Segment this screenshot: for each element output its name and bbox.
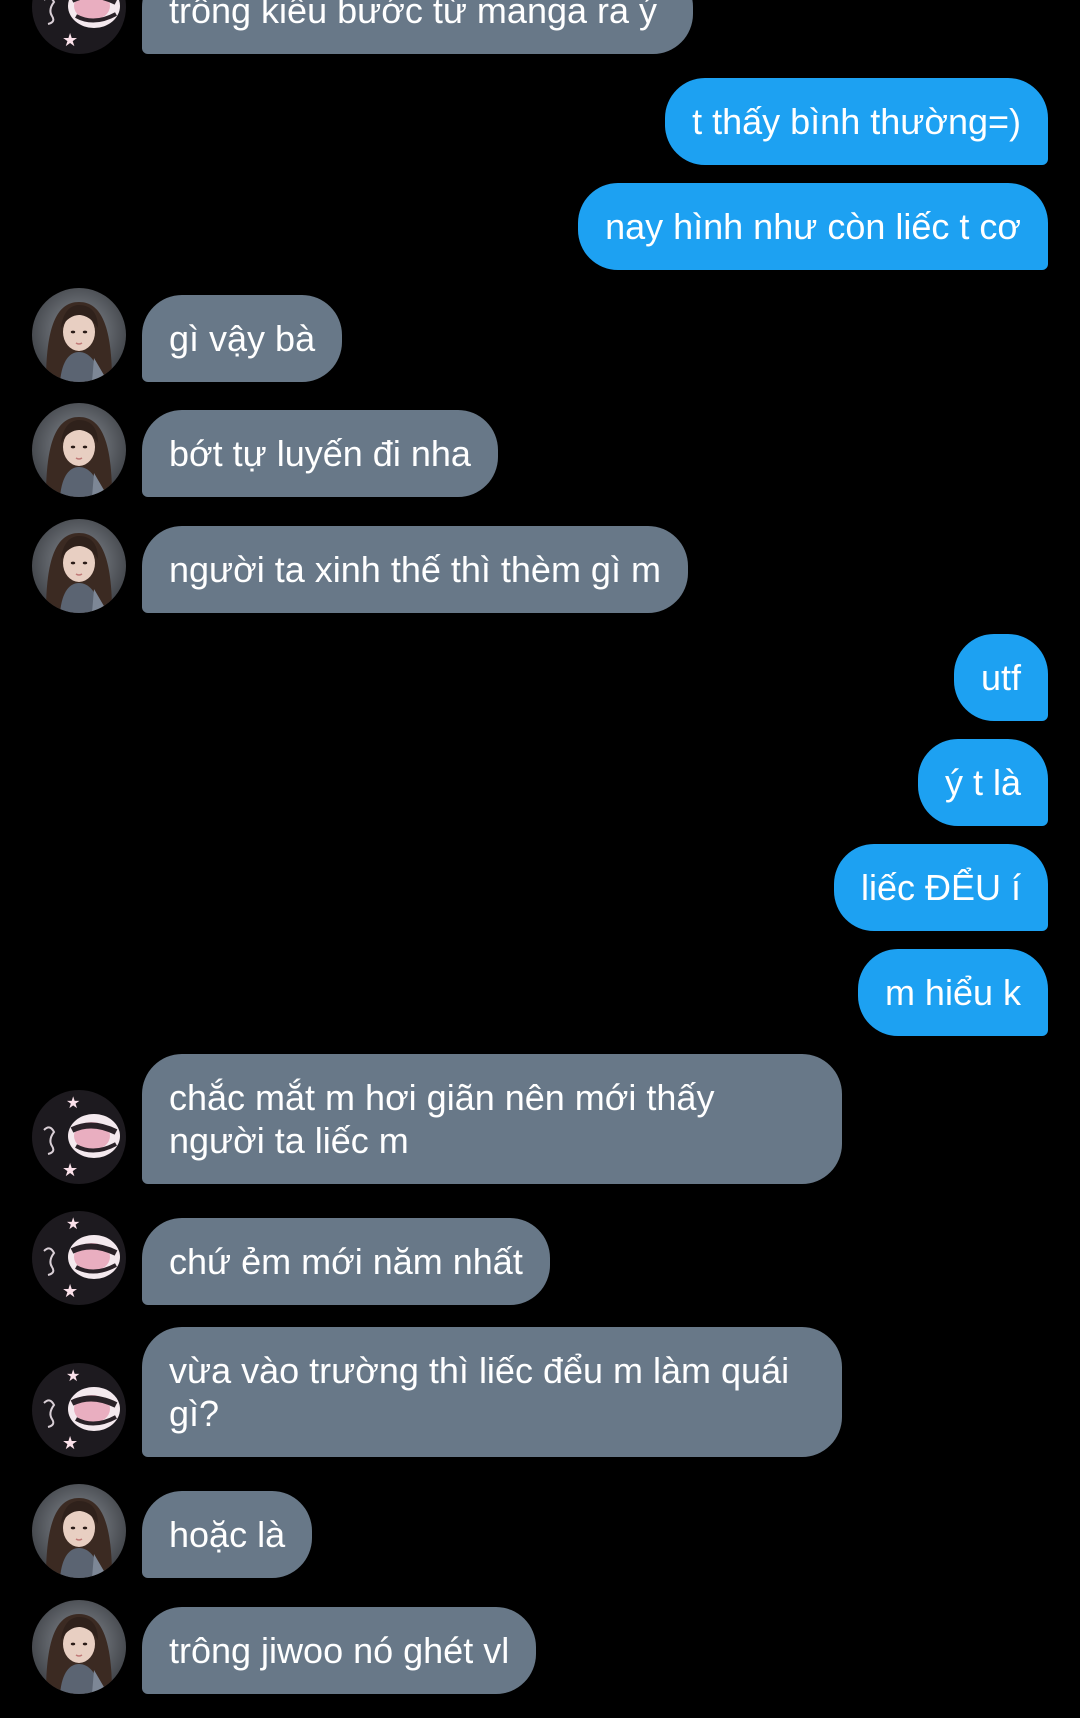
message-bubble: chắc mắt m hơi giãn nên mới thấy người t… (142, 1054, 842, 1184)
svg-text:★: ★ (66, 1093, 80, 1112)
message-outgoing[interactable]: utf (953, 634, 1048, 721)
message-incoming[interactable]: ★ ★ vừa vào trường thì liếc đểu m làm qu… (32, 1327, 842, 1457)
chat-thread: ★ ★ trông kiểu bước từ manga ra ý t thấy… (0, 0, 1080, 1718)
bw-pink-avatar-icon[interactable]: ★ ★ (32, 1363, 126, 1457)
message-bubble: ý t là (917, 739, 1048, 826)
message-bubble: gì vậy bà (142, 295, 343, 382)
girl-photo-avatar-icon[interactable] (32, 1600, 126, 1694)
svg-text:★: ★ (66, 1366, 80, 1385)
message-outgoing[interactable]: nay hình như còn liếc t cơ (578, 183, 1048, 270)
message-outgoing[interactable]: t thấy bình thường=) (665, 78, 1048, 165)
message-incoming[interactable]: người ta xinh thế thì thèm gì m (32, 519, 688, 613)
message-bubble: người ta xinh thế thì thèm gì m (142, 526, 688, 613)
message-bubble: bớt tự luyến đi nha (142, 410, 498, 497)
message-bubble: m hiểu k (857, 949, 1048, 1036)
message-bubble: chứ ẻm mới năm nhất (142, 1218, 550, 1305)
message-outgoing[interactable]: m hiểu k (857, 949, 1048, 1036)
message-incoming[interactable]: ★ ★ trông kiểu bước từ manga ra ý (32, 0, 693, 54)
message-bubble: t thấy bình thường=) (665, 78, 1048, 165)
svg-text:★: ★ (62, 30, 78, 51)
message-bubble: liếc ĐỂU í (833, 844, 1048, 931)
message-bubble: hoặc là (142, 1491, 313, 1578)
message-bubble: trông kiểu bước từ manga ra ý (142, 0, 693, 54)
bw-pink-avatar-icon[interactable]: ★ ★ (32, 1211, 126, 1305)
message-bubble: vừa vào trường thì liếc đểu m làm quái g… (142, 1327, 842, 1457)
svg-text:★: ★ (66, 1214, 80, 1233)
bw-pink-avatar-icon[interactable]: ★ ★ (32, 0, 126, 54)
girl-photo-avatar-icon[interactable] (32, 403, 126, 497)
message-incoming[interactable]: ★ ★ chứ ẻm mới năm nhất (32, 1211, 550, 1305)
message-incoming[interactable]: ★ ★ chắc mắt m hơi giãn nên mới thấy ngư… (32, 1054, 842, 1184)
bw-pink-avatar-icon[interactable]: ★ ★ (32, 1090, 126, 1184)
message-incoming[interactable]: trông jiwoo nó ghét vl (32, 1600, 537, 1694)
girl-photo-avatar-icon[interactable] (32, 288, 126, 382)
girl-photo-avatar-icon[interactable] (32, 1484, 126, 1578)
message-bubble: trông jiwoo nó ghét vl (142, 1607, 537, 1694)
girl-photo-avatar-icon[interactable] (32, 519, 126, 613)
message-outgoing[interactable]: liếc ĐỂU í (833, 844, 1048, 931)
svg-text:★: ★ (62, 1160, 78, 1181)
message-outgoing[interactable]: ý t là (917, 739, 1048, 826)
message-bubble: utf (953, 634, 1048, 721)
message-incoming[interactable]: gì vậy bà (32, 288, 343, 382)
svg-text:★: ★ (62, 1281, 78, 1302)
svg-text:★: ★ (62, 1433, 78, 1454)
message-incoming[interactable]: bớt tự luyến đi nha (32, 403, 498, 497)
message-incoming[interactable]: hoặc là (32, 1484, 313, 1578)
message-bubble: nay hình như còn liếc t cơ (578, 183, 1048, 270)
